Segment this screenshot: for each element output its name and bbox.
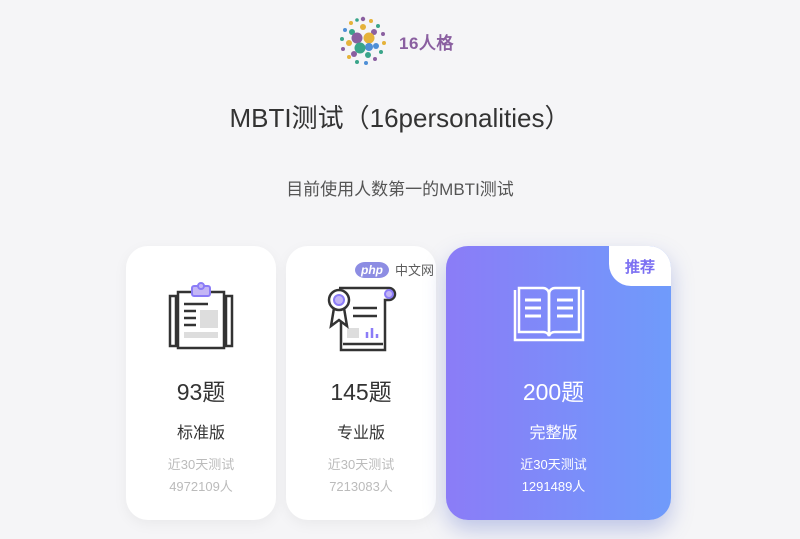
test-card-complete[interactable]: 推荐 200题 完整版 近30天测试 1291489人 [446,246,671,520]
page-subtitle: 目前使用人数第一的MBTI测试 [286,180,514,199]
stat-value: 1291489人 [521,479,586,494]
stat-value: 7213083人 [329,479,393,494]
php-watermark: php 中文网 [355,260,434,279]
edition-label: 完整版 [529,425,578,442]
edition-label: 专业版 [336,425,385,442]
watermark-logo: php [355,261,389,278]
question-count: 200题 [522,379,585,405]
test-card-standard[interactable]: 93题 标准版 近30天测试 4972109人 [126,246,276,520]
stat-label: 近30天测试 [520,457,587,472]
question-count: 93题 [176,379,226,405]
test-card-professional[interactable]: 145题 专业版 近30天测试 7213083人 [286,246,436,520]
watermark-text: 中文网 [395,263,435,278]
open-book-icon [513,286,584,342]
question-count: 145题 [330,379,392,405]
stat-value: 4972109人 [169,479,233,494]
recommended-badge: 推荐 [609,246,671,286]
brand-logo[interactable]: 16人格 [338,16,454,66]
page-title: MBTI测试（16personalities） [229,103,571,133]
clipboard-icon [168,282,234,350]
certificate-icon [327,286,397,352]
stat-label: 近30天测试 [327,457,395,472]
edition-label: 标准版 [176,425,225,442]
dots-logo-icon [340,16,386,65]
logo-text: 16人格 [399,33,454,53]
stat-label: 近30天测试 [167,457,235,472]
